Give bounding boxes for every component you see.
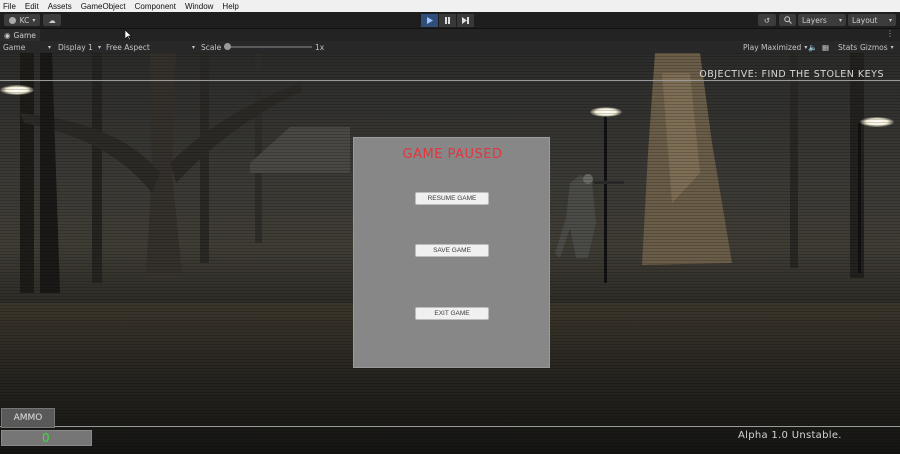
scale-label: Scale [201, 42, 222, 52]
ammo-count: 0 [42, 431, 50, 445]
view-mode-label: Game [3, 42, 26, 52]
vsync-button[interactable]: ▦ [822, 41, 829, 53]
scale-slider-track [228, 46, 312, 48]
kebab-menu-icon[interactable]: ⋮ [886, 29, 894, 38]
menu-bar: File Edit Assets GameObject Component Wi… [0, 0, 900, 12]
search-button[interactable] [779, 14, 796, 26]
account-label: KC [19, 15, 30, 25]
history-button[interactable]: ↺ [758, 14, 776, 26]
scale-slider[interactable] [224, 41, 312, 53]
chevron-down-icon: ▾ [888, 16, 892, 24]
menu-help[interactable]: Help [222, 2, 238, 11]
lamp-light-right [860, 117, 894, 127]
play-button[interactable] [421, 14, 438, 27]
scale-slider-thumb[interactable] [224, 43, 231, 50]
mute-audio-button[interactable]: 🔈 [808, 41, 817, 53]
pause-menu-panel: GAME PAUSED RESUME GAME SAVE GAME EXIT G… [353, 137, 550, 368]
ammo-counter-box: 0 [1, 430, 92, 446]
game-view-icon: ◉ [4, 30, 11, 40]
menu-edit[interactable]: Edit [25, 2, 39, 11]
main-toolbar: KC ▾ ☁ ↺ Layers ▾ Layout ▾ [0, 12, 900, 29]
play-icon [427, 17, 433, 24]
search-icon [783, 16, 792, 24]
menu-component[interactable]: Component [135, 2, 176, 11]
step-button[interactable] [457, 14, 474, 27]
aspect-label: Free Aspect [106, 42, 150, 52]
objective-text: OBJECTIVE: FIND THE STOLEN KEYS [699, 69, 884, 80]
tab-game[interactable]: ◉ Game [0, 29, 40, 41]
version-label: Alpha 1.0 Unstable. [738, 430, 842, 441]
menu-assets[interactable]: Assets [48, 2, 72, 11]
layout-label: Layout [852, 15, 878, 25]
display-label: Display 1 [58, 42, 93, 52]
scale-value: 1x [315, 42, 325, 52]
layers-dropdown[interactable]: Layers ▾ [798, 14, 846, 26]
account-dropdown[interactable]: KC ▾ [4, 14, 40, 26]
chevron-down-icon: ▾ [97, 43, 101, 51]
step-icon [462, 17, 469, 24]
chevron-down-icon: ▾ [32, 16, 36, 24]
hud-top-divider [0, 80, 900, 81]
chevron-down-icon: ▾ [804, 43, 808, 51]
gizmos-dropdown[interactable]: Gizmos ▾ [860, 41, 894, 53]
game-viewport[interactable]: OBJECTIVE: FIND THE STOLEN KEYS GAME PAU… [0, 53, 900, 454]
history-icon: ↺ [763, 15, 771, 25]
stats-button[interactable]: Stats [838, 41, 857, 53]
account-icon [8, 16, 16, 24]
lamp-light-left [0, 85, 34, 95]
mouse-cursor-icon [125, 30, 132, 40]
pause-menu-title: GAME PAUSED [402, 147, 503, 162]
tab-game-label: Game [13, 30, 36, 40]
cloud-icon: ☁ [48, 15, 56, 25]
chevron-down-icon: ▾ [838, 16, 842, 24]
play-mode-dropdown[interactable]: Play Maximized ▾ [743, 41, 807, 53]
chevron-down-icon: ▾ [47, 43, 51, 51]
chevron-down-icon: ▾ [191, 43, 195, 51]
speaker-icon: 🔈 [808, 42, 818, 52]
display-dropdown[interactable]: Display 1 ▾ [58, 41, 101, 53]
tab-strip: ◉ Game ⋮ [0, 29, 900, 41]
layout-dropdown[interactable]: Layout ▾ [848, 14, 896, 26]
hud-bottom-divider [0, 426, 900, 427]
menu-window[interactable]: Window [185, 2, 213, 11]
resume-game-button[interactable]: RESUME GAME [415, 192, 489, 205]
ammo-label: AMMO [1, 408, 55, 428]
layers-label: Layers [802, 15, 827, 25]
aspect-dropdown[interactable]: Free Aspect ▾ [106, 41, 195, 53]
gizmos-label: Gizmos [860, 42, 888, 52]
play-mode-label: Play Maximized [743, 42, 802, 52]
pause-icon [445, 17, 450, 24]
grid-icon: ▦ [822, 42, 830, 52]
save-game-button[interactable]: SAVE GAME [415, 244, 489, 257]
chevron-down-icon: ▾ [890, 43, 894, 51]
play-controls [421, 14, 475, 27]
view-mode-dropdown[interactable]: Game ▾ [3, 41, 51, 53]
cloud-button[interactable]: ☁ [43, 14, 61, 26]
menu-file[interactable]: File [3, 2, 16, 11]
pause-button[interactable] [439, 14, 456, 27]
lamp-light-center [590, 107, 622, 117]
game-view-toolbar: Game ▾ Display 1 ▾ Free Aspect ▾ Scale 1… [0, 41, 900, 53]
menu-gameobject[interactable]: GameObject [81, 2, 126, 11]
exit-game-button[interactable]: EXIT GAME [415, 307, 489, 320]
